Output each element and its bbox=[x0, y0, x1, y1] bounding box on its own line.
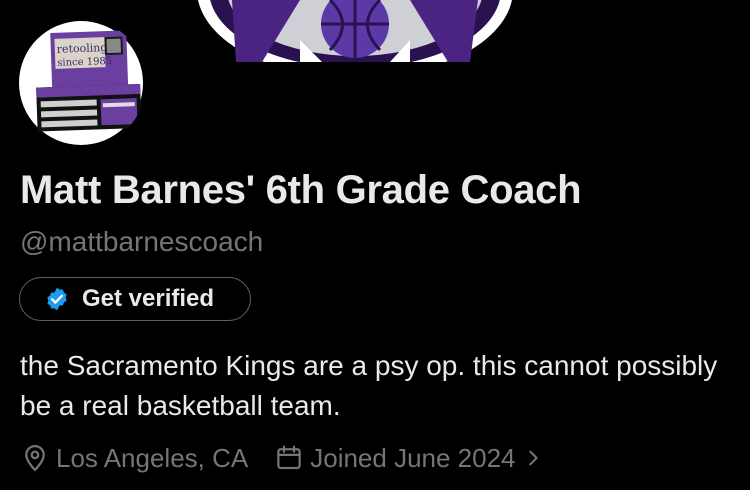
get-verified-label: Get verified bbox=[82, 285, 215, 312]
profile-avatar[interactable]: retooling since 1985 bbox=[16, 18, 146, 148]
profile-bio: the Sacramento Kings are a psy op. this … bbox=[20, 350, 718, 421]
profile-location: Los Angeles, CA bbox=[20, 443, 248, 474]
profile-meta-row: Los Angeles, CA Joined June 2024 bbox=[20, 440, 544, 476]
location-text: Los Angeles, CA bbox=[56, 442, 249, 473]
verified-badge-icon bbox=[44, 286, 70, 312]
calendar-icon bbox=[274, 443, 304, 473]
joined-text: Joined June 2024 bbox=[310, 442, 516, 473]
get-verified-button[interactable]: Get verified bbox=[19, 277, 251, 321]
location-pin-icon bbox=[20, 443, 50, 473]
avatar-sign-line1: retooling bbox=[57, 41, 108, 56]
avatar-sign-line2: since 1985 bbox=[57, 56, 112, 69]
chevron-right-icon bbox=[522, 447, 544, 469]
profile-joined[interactable]: Joined June 2024 bbox=[274, 443, 543, 474]
profile-handle: @mattbarnescoach bbox=[20, 226, 264, 257]
profile-display-name: Matt Barnes' 6th Grade Coach bbox=[20, 168, 582, 212]
toolbox-avatar-image: retooling since 1985 bbox=[19, 21, 143, 145]
